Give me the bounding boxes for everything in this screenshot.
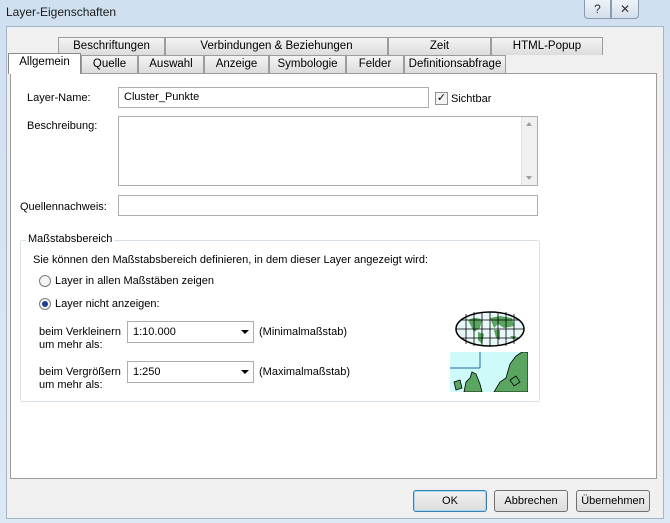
min-scale-label-2: um mehr als:: [39, 339, 103, 351]
world-globe-icon: [455, 311, 525, 347]
visible-checkbox[interactable]: ✓: [435, 92, 448, 105]
tab-felder[interactable]: Felder: [346, 55, 404, 73]
radio-hide-layer[interactable]: [39, 298, 51, 310]
min-scale-value: 1:10.000: [133, 326, 176, 338]
radio-all-scales-label[interactable]: Layer in allen Maßstäben zeigen: [55, 275, 214, 287]
tab-symbologie[interactable]: Symbologie: [269, 55, 346, 73]
min-scale-hint: (Minimalmaßstab): [259, 326, 348, 338]
max-scale-label-1: beim Vergrößern: [39, 366, 121, 378]
chevron-down-icon[interactable]: [241, 370, 249, 374]
scale-group-title: Maßstabsbereich: [26, 233, 115, 245]
close-button[interactable]: ✕: [611, 0, 639, 19]
radio-all-scales[interactable]: [39, 275, 51, 287]
description-scrollbar[interactable]: [521, 117, 537, 185]
radio-hide-layer-label[interactable]: Layer nicht anzeigen:: [55, 298, 160, 310]
max-scale-label-2: um mehr als:: [39, 379, 103, 391]
apply-button[interactable]: Übernehmen: [576, 490, 650, 512]
tab-anzeige[interactable]: Anzeige: [204, 55, 269, 73]
credits-input[interactable]: [118, 195, 538, 216]
tab-allgemein[interactable]: Allgemein: [8, 53, 81, 74]
max-scale-combo[interactable]: 1:250: [127, 361, 254, 383]
min-scale-combo[interactable]: 1:10.000: [127, 321, 254, 343]
cancel-button[interactable]: Abbrechen: [494, 490, 568, 512]
tab-auswahl[interactable]: Auswahl: [138, 55, 204, 73]
description-textarea[interactable]: [118, 116, 538, 186]
visible-label: Sichtbar: [451, 93, 492, 105]
scroll-up-icon[interactable]: [526, 122, 532, 126]
scale-intro: Sie können den Maßstabsbereich definiere…: [33, 254, 429, 266]
layer-name-label: Layer-Name:: [27, 92, 91, 104]
europe-map-icon: [450, 352, 528, 392]
description-label: Beschreibung:: [27, 120, 98, 132]
max-scale-value: 1:250: [133, 366, 161, 378]
scroll-down-icon[interactable]: [526, 176, 532, 180]
credits-label: Quellennachweis:: [20, 201, 107, 213]
layer-name-input[interactable]: Cluster_Punkte: [118, 87, 429, 108]
help-button[interactable]: ?: [584, 0, 611, 19]
chevron-down-icon[interactable]: [241, 330, 249, 334]
min-scale-label-1: beim Verkleinern: [39, 326, 121, 338]
ok-button[interactable]: OK: [413, 490, 487, 512]
max-scale-hint: (Maximalmaßstab): [259, 366, 351, 378]
window-title: Layer-Eigenschaften: [6, 5, 117, 19]
tab-zeit[interactable]: Zeit: [388, 37, 491, 55]
tab-quelle[interactable]: Quelle: [81, 55, 138, 73]
tab-verbindungen[interactable]: Verbindungen & Beziehungen: [165, 37, 388, 55]
tab-definitionsabfrage[interactable]: Definitionsabfrage: [404, 55, 506, 73]
tab-html-popup[interactable]: HTML-Popup: [491, 37, 603, 55]
